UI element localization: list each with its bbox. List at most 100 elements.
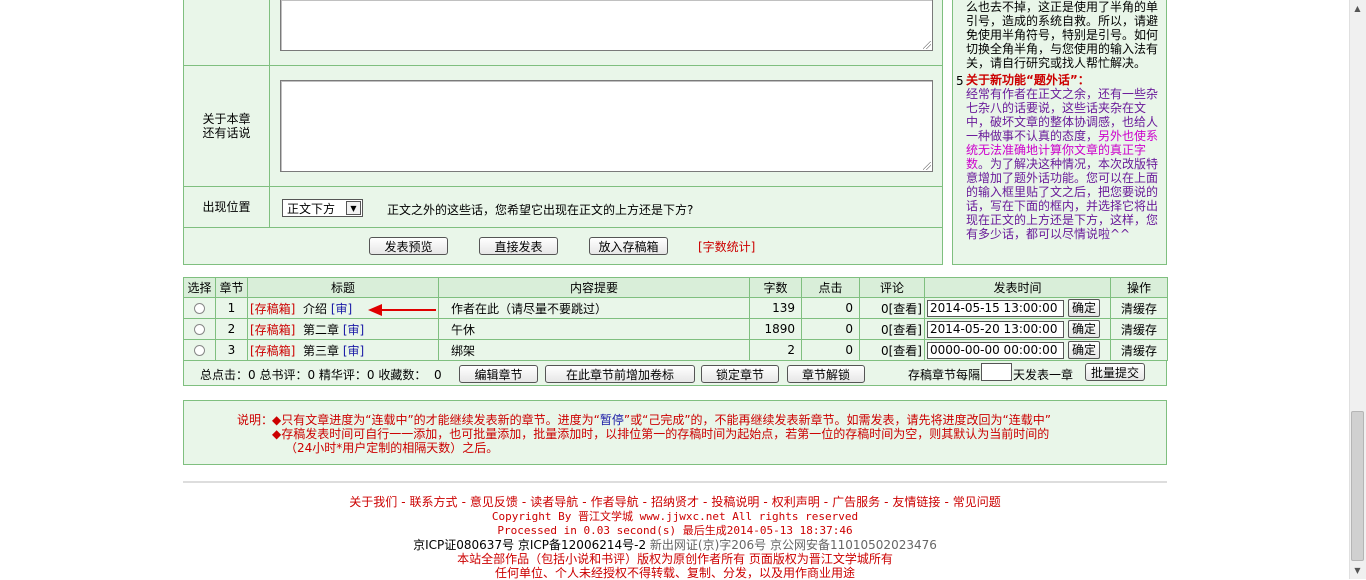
lock-chapter-button[interactable]: 锁定章节 — [701, 365, 779, 383]
row-words: 1890 — [749, 318, 802, 340]
publish-time-input[interactable]: 0000-00-00 00:00:00 — [927, 341, 1064, 359]
header-publish-time: 发表时间 — [924, 277, 1111, 298]
interval-label-after: 天发表一章 — [1013, 368, 1074, 382]
resize-grip-icon[interactable] — [923, 41, 931, 49]
row-title-cell: [存稿箱] 第三章 [审] — [247, 339, 439, 361]
row-summary: 绑架 — [438, 339, 750, 361]
instructions-line-2: ◆存稿发表时间可自行一一添加，也可批量添加，批量添加时，以排位第一的存稿时间为起… — [272, 427, 1050, 441]
publish-time-input[interactable]: 2014-05-20 13:00:00 — [927, 320, 1064, 338]
row-time-cell: 2014-05-20 13:00:00 确定 — [924, 318, 1111, 340]
preview-button[interactable]: 发表预览 — [369, 237, 448, 255]
help-item-5-number: 5 — [956, 74, 964, 88]
footer-link-feedback[interactable]: 意见反馈 — [470, 495, 518, 509]
batch-submit-button[interactable]: 批量提交 — [1085, 363, 1145, 381]
clear-cache-link[interactable]: 清缓存 — [1110, 318, 1168, 340]
comment-count: 0 — [880, 301, 889, 316]
unlock-chapter-button[interactable]: 章节解锁 — [787, 365, 865, 383]
row-number: 2 — [215, 318, 248, 340]
footer-link-submission[interactable]: 投稿说明 — [711, 495, 759, 509]
footer-separator: - — [823, 495, 829, 509]
row-select-radio[interactable] — [194, 324, 205, 335]
row-clicks: 0 — [801, 297, 860, 319]
row-select-radio[interactable] — [194, 345, 205, 356]
stats-text: 总点击：0 总书评：0 精华评：0 收藏数： 0 — [200, 368, 442, 382]
view-comments-link[interactable]: [查看] — [889, 323, 922, 337]
add-volume-button[interactable]: 在此章节前增加卷标 — [545, 365, 695, 383]
view-comments-link[interactable]: [查看] — [889, 302, 922, 316]
table-row: 3 [存稿箱] 第三章 [审] 绑架 2 0 0[查看] 0000-00-00 … — [183, 339, 1168, 361]
view-comments-link[interactable]: [查看] — [889, 344, 922, 358]
audit-link[interactable]: [审] — [343, 323, 364, 337]
chapter-title-link[interactable]: 介绍 — [303, 302, 327, 316]
position-select[interactable]: 正文下方 ▼ — [282, 199, 363, 217]
chapter-title-link[interactable]: 第二章 — [303, 323, 339, 337]
draft-box-link[interactable]: [存稿箱] — [250, 344, 295, 358]
row-time-cell: 0000-00-00 00:00:00 确定 — [924, 339, 1111, 361]
header-chapter: 章节 — [215, 277, 248, 298]
footer-link-friends[interactable]: 友情链接 — [892, 495, 940, 509]
row-comments: 0[查看] — [859, 297, 925, 319]
footer-link-about[interactable]: 关于我们 — [349, 495, 397, 509]
publish-time-input[interactable]: 2014-05-15 13:00:00 — [927, 299, 1064, 317]
footer-copyright: Copyright By 晋江文学城 www.jjwxc.net All rig… — [491, 510, 859, 523]
interval-days-input[interactable] — [981, 363, 1012, 381]
help-item-5-body: 经常有作者在正文之余，还有一些杂七杂八的话要说，这些话夹杂在文中，破坏文章的整体… — [966, 87, 1160, 241]
footer-processed: Processed in 0.03 second(s) 最后生成2014-05-… — [497, 524, 853, 537]
help-item-4-text: 么也去不掉，这正是使用了半角的单引号，造成的系统自救。所以，请避免使用半角符号，… — [966, 0, 1159, 70]
row-clicks: 0 — [801, 339, 860, 361]
word-count-link[interactable]: [字数统计] — [698, 238, 755, 255]
comment-count: 0 — [880, 343, 889, 358]
scroll-down-arrow-icon[interactable]: ▼ — [1349, 562, 1366, 579]
footer-link-ads[interactable]: 广告服务 — [832, 495, 880, 509]
position-question: 正文之外的这些话，您希望它出现在正文的上方还是下方? — [387, 203, 694, 217]
footer-links: 关于我们 - 联系方式 - 意见反馈 - 读者导航 - 作者导航 - 招纳贤才 - 投稿说明 - 权利声明 -… — [183, 495, 1167, 509]
header-summary: 内容提要 — [438, 277, 750, 298]
footer-link-contact[interactable]: 联系方式 — [410, 495, 458, 509]
scroll-up-arrow-icon[interactable]: ▲ — [1349, 0, 1366, 17]
footer-link-reader-nav[interactable]: 读者导航 — [530, 495, 578, 509]
draft-box-link[interactable]: [存稿箱] — [250, 302, 295, 316]
table-row: 1 [存稿箱] 介绍 [审] 作者在此（请尽量不要跳过） 139 0 0[查看]… — [183, 297, 1168, 319]
footer-separator: - — [461, 495, 466, 509]
audit-link[interactable]: [审] — [343, 344, 364, 358]
chapter-title-link[interactable]: 第三章 — [303, 344, 339, 358]
audit-link[interactable]: [审] — [331, 302, 352, 316]
footer-link-rights[interactable]: 权利声明 — [772, 495, 820, 509]
row-comments: 0[查看] — [859, 339, 925, 361]
instructions-line-3: （24小时*用户定制的相隔天数）之后。 — [285, 441, 499, 455]
footer-rights-2: 任何单位、个人未经授权不得转载、复制、分发，以及用作商业用途 — [494, 566, 855, 580]
confirm-time-button[interactable]: 确定 — [1068, 341, 1101, 359]
footer-license: 新出网证(京)字206号 京公网安备11010502023476 — [649, 538, 937, 552]
position-row: 出现位置 正文下方 ▼ 正文之外的这些话，您希望它出现在正文的上方还是下方? — [184, 187, 942, 228]
help-item-5-title: 关于新功能“题外话”： — [966, 73, 1090, 87]
footer-link-jobs[interactable]: 招纳贤才 — [651, 495, 699, 509]
edit-chapter-button[interactable]: 编辑章节 — [459, 365, 538, 383]
resize-grip-icon[interactable] — [923, 162, 931, 170]
row-title-cell: [存稿箱] 第二章 [审] — [247, 318, 439, 340]
footer-divider — [183, 481, 1167, 483]
extra-note-textarea[interactable] — [280, 80, 933, 172]
chevron-down-icon[interactable]: ▼ — [346, 201, 361, 215]
row-number: 3 — [215, 339, 248, 361]
footer-icp: 京ICP证080637号 京ICP备12006214号-2 — [413, 538, 650, 552]
footer-separator: - — [582, 495, 587, 509]
clear-cache-link[interactable]: 清缓存 — [1110, 339, 1168, 361]
draft-box-link[interactable]: [存稿箱] — [250, 323, 295, 337]
table-header-row: 选择 章节 标题 内容提要 字数 点击 评论 发表时间 操作 — [183, 277, 1168, 298]
save-draft-button[interactable]: 放入存稿箱 — [589, 237, 668, 255]
extra-note-row: 关于本章 还有话说 — [184, 66, 942, 187]
footer-rights-1: 本站全部作品（包括小说和书评）版权为原创作者所有 页面版权为晋江文学城所有 — [457, 552, 893, 566]
footer-link-author-nav[interactable]: 作者导航 — [591, 495, 639, 509]
instructions-line-1-a: ◆只有文章进度为“连载中”的才能继续发表新的章节。进度为“ — [272, 413, 600, 427]
header-action: 操作 — [1110, 277, 1168, 298]
row-time-cell: 2014-05-15 13:00:00 确定 — [924, 297, 1111, 319]
footer-link-faq[interactable]: 常见问题 — [953, 495, 1001, 509]
header-comments: 评论 — [859, 277, 925, 298]
content-textarea[interactable] — [280, 0, 933, 51]
confirm-time-button[interactable]: 确定 — [1068, 320, 1101, 338]
clear-cache-link[interactable]: 清缓存 — [1110, 297, 1168, 319]
row-select-radio[interactable] — [194, 303, 205, 314]
confirm-time-button[interactable]: 确定 — [1068, 299, 1101, 317]
scrollbar-thumb[interactable] — [1351, 411, 1364, 561]
publish-button[interactable]: 直接发表 — [479, 237, 558, 255]
